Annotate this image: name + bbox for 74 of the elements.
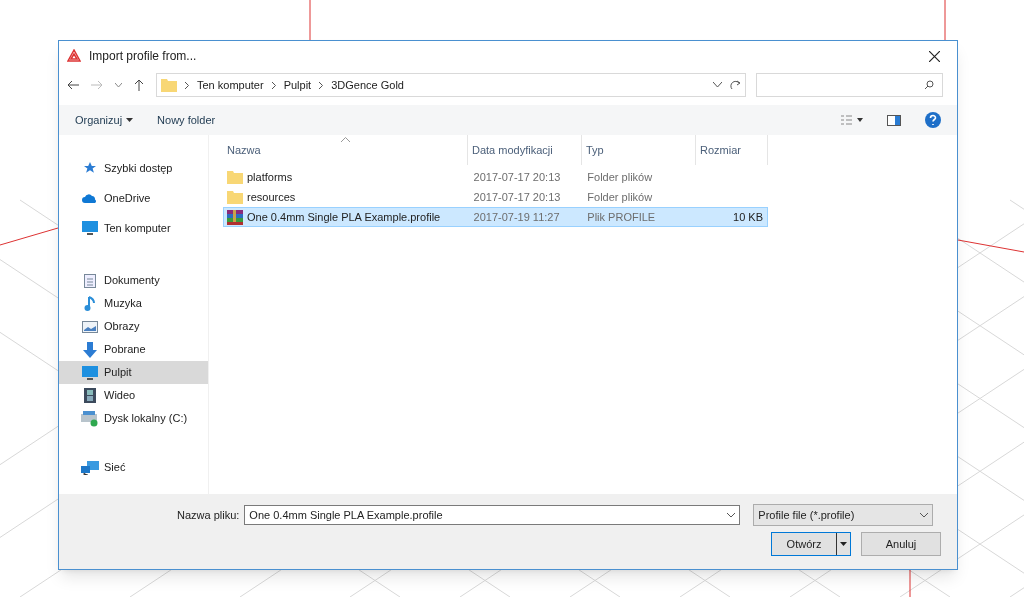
chevron-down-icon[interactable] [115, 82, 122, 88]
help-icon[interactable] [925, 112, 941, 128]
caret-icon [840, 542, 847, 546]
breadcrumb[interactable]: Pulpit [283, 76, 312, 94]
navigation-item[interactable]: Dysk lokalny (C:) [59, 407, 208, 430]
chevron-right-icon [319, 81, 324, 89]
caret-icon [126, 118, 134, 122]
type-cell-text: Plik PROFILE [586, 209, 657, 225]
open-options-button[interactable] [836, 533, 850, 555]
chevron-right-icon [185, 81, 189, 89]
file-row[interactable]: One 0.4mm Single PLA Example.profile 2017-07-19 11:27 Plik PROFILE 10 KB [223, 207, 768, 227]
monitor-icon [82, 221, 98, 235]
size-cell-text: 10 KB [732, 209, 764, 225]
refresh-icon[interactable] [730, 79, 741, 91]
film-icon [84, 388, 96, 403]
star-icon [83, 161, 97, 175]
music-note-icon [84, 296, 96, 311]
navigation-item[interactable]: Szybki dostęp [59, 153, 208, 183]
folder-icon [227, 170, 243, 184]
breadcrumb[interactable]: Ten komputer [197, 76, 264, 94]
navigation-item[interactable]: Muzyka [59, 292, 208, 315]
column-header[interactable]: Typ [582, 135, 696, 165]
image-icon [82, 320, 98, 333]
navigation-item[interactable]: OneDrive [59, 183, 208, 213]
network-icon [81, 460, 99, 475]
date-cell-text: 2017-07-17 20:13 [472, 189, 562, 205]
close-icon [928, 50, 940, 62]
drive-icon [81, 410, 99, 427]
folder-icon [161, 78, 177, 92]
navigation-item[interactable]: Ten komputer [59, 213, 208, 243]
back-arrow-icon[interactable] [67, 80, 79, 90]
file-name: resources [247, 189, 296, 205]
file-name: platforms [247, 169, 293, 185]
chevron-down-icon [727, 512, 736, 518]
view-options-icon[interactable] [841, 115, 863, 125]
chevron-down-icon[interactable] [713, 82, 722, 88]
search-field[interactable] [756, 73, 943, 97]
navigation-item[interactable]: Dokumenty [59, 269, 208, 292]
document-icon [84, 273, 96, 288]
chevron-down-icon [920, 512, 929, 518]
column-header[interactable]: Nazwa [223, 135, 468, 165]
date-cell-text: 2017-07-19 11:27 [472, 209, 561, 225]
navigation-item[interactable]: Wideo [59, 384, 208, 407]
navigation-item[interactable]: Obrazy [59, 315, 208, 338]
preview-pane-icon[interactable] [887, 114, 901, 126]
book-stack-icon [227, 209, 243, 225]
new-folder-button[interactable]: Nowy folder [157, 111, 216, 129]
down-arrow-icon [83, 341, 97, 358]
date-cell-text: 2017-07-17 20:13 [472, 169, 562, 185]
cancel-button[interactable]: Anuluj [861, 532, 941, 556]
folder-icon [227, 190, 243, 204]
file-type-dropdown[interactable]: Profile file (*.profile) [753, 504, 934, 526]
window-title: Import profile from... [89, 48, 197, 65]
type-cell-text: Folder plików [586, 189, 654, 205]
type-cell-text: Folder plików [586, 169, 654, 185]
file-row[interactable]: platforms 2017-07-17 20:13 Folder plików [223, 167, 768, 187]
app-logo-icon [67, 49, 81, 63]
search-icon [924, 80, 934, 90]
file-row[interactable]: resources 2017-07-17 20:13 Folder plików [223, 187, 768, 207]
column-header[interactable]: Data modyfikacji [468, 135, 582, 165]
monitor-icon [82, 365, 98, 380]
up-arrow-icon[interactable] [134, 79, 144, 91]
filename-field[interactable]: One 0.4mm Single PLA Example.profile [244, 505, 741, 525]
address-bar[interactable]: Ten komputer Pulpit 3DGence Gold [156, 73, 746, 97]
organize-menu-button[interactable]: Organizuj [75, 111, 134, 129]
filename-label: Nazwa pliku: [177, 507, 240, 523]
navigation-item[interactable]: Pobrane [59, 338, 208, 361]
column-header[interactable]: Rozmiar [696, 135, 768, 165]
chevron-right-icon [271, 81, 276, 89]
navigation-item[interactable]: Sieć [59, 456, 208, 479]
navigation-item[interactable]: Pulpit [59, 361, 208, 384]
file-name: One 0.4mm Single PLA Example.profile [247, 209, 441, 225]
cloud-icon [82, 193, 98, 203]
breadcrumb[interactable]: 3DGence Gold [331, 76, 404, 94]
